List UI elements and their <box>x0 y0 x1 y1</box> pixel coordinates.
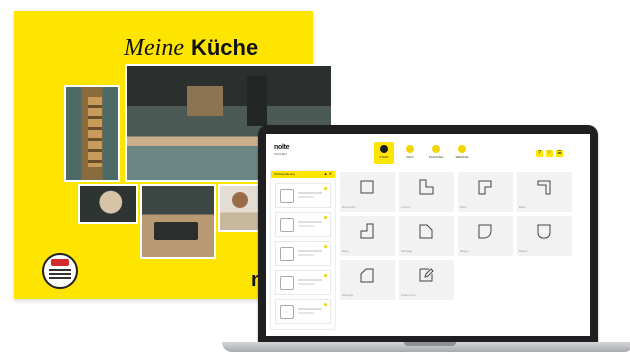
kitchen-shape-icon <box>280 189 294 203</box>
free-form-tile[interactable]: Freie Form <box>399 260 454 300</box>
nav-start-label: START <box>379 155 389 159</box>
bevel-shape-icon <box>419 224 433 239</box>
tile-label: Bogen <box>460 249 469 253</box>
corner-shape-icon <box>360 223 374 239</box>
tile-label: Ecke <box>460 205 467 209</box>
nav-info[interactable]: INFO <box>400 142 420 164</box>
tile-label: Schräge <box>401 249 413 253</box>
photo-countertop <box>140 184 216 259</box>
nav-start[interactable]: START <box>374 142 394 164</box>
room-shape-tile[interactable]: Ecke <box>340 216 395 256</box>
pin-icon <box>324 245 327 248</box>
photo-cabinet <box>64 85 120 182</box>
laptop-screen: nolte KÜCHEN START INFO PLANUNG SERVICE … <box>266 134 590 336</box>
catalog-title: Meine Küche <box>124 35 258 62</box>
round-shape-icon <box>478 224 492 239</box>
room-shape-tile[interactable]: Schräge <box>340 260 395 300</box>
kitchen-shape-icon <box>280 305 294 319</box>
corner-shape-icon <box>537 180 551 195</box>
l-shape-icon <box>419 179 434 195</box>
sidebar-item[interactable] <box>275 183 331 208</box>
nav-planung-icon <box>432 145 440 153</box>
nav-service-icon <box>458 145 466 153</box>
pin-icon <box>324 274 327 277</box>
sidebar-header: Küchenplanung ▲ ✕ <box>271 171 335 178</box>
sidebar: Küchenplanung ▲ ✕ <box>270 170 336 330</box>
nav-service[interactable]: SERVICE <box>452 142 472 164</box>
sidebar-heading: Küchenplanung <box>274 172 295 176</box>
menu-button[interactable]: ☰ <box>556 150 563 157</box>
kitchen-shape-icon <box>280 218 294 232</box>
tile-label: Bogen <box>519 249 528 253</box>
app-logo-subtitle: KÜCHEN <box>274 152 287 156</box>
pin-icon <box>324 303 327 306</box>
laptop-notch <box>404 342 456 346</box>
room-shape-tile[interactable]: Ecke <box>458 172 513 212</box>
sidebar-controls-icon[interactable]: ▲ ✕ <box>324 171 332 176</box>
square-shape-icon <box>360 180 374 194</box>
room-shape-tile[interactable]: Bogen <box>517 216 572 256</box>
tile-label: L-Form <box>401 205 411 209</box>
sidebar-item[interactable] <box>275 299 331 324</box>
tile-label: Raumform <box>342 205 357 209</box>
tile-label: Ecke <box>342 249 349 253</box>
round-shape-icon <box>537 224 551 239</box>
nav-planung-label: PLANUNG <box>428 155 444 159</box>
room-shape-tile[interactable]: Bogen <box>458 216 513 256</box>
kitchen-shape-icon <box>280 247 294 261</box>
pencil-icon <box>419 268 434 282</box>
quality-seal-icon <box>42 253 78 289</box>
room-shape-tile[interactable]: L-Form <box>399 172 454 212</box>
corner-shape-icon <box>478 180 492 195</box>
sidebar-item[interactable] <box>275 270 331 295</box>
app-logo[interactable]: nolte <box>274 144 290 151</box>
tile-label: Freie Form <box>401 293 416 297</box>
room-shape-tile[interactable]: Ecke <box>517 172 572 212</box>
nav-info-icon <box>406 145 414 153</box>
pin-icon <box>324 187 327 190</box>
nav-planung[interactable]: PLANUNG <box>426 142 446 164</box>
favorites-button[interactable]: ♡ <box>546 150 553 157</box>
tile-label: Schräge <box>342 293 354 297</box>
room-shape-tile[interactable]: Schräge <box>399 216 454 256</box>
tile-label: Ecke <box>519 205 526 209</box>
bevel-shape-icon <box>360 268 374 283</box>
nav-start-icon <box>380 145 388 153</box>
catalog-title-bold: Küche <box>190 35 259 60</box>
pin-icon <box>324 216 327 219</box>
nav-info-label: INFO <box>406 155 414 159</box>
sidebar-item[interactable] <box>275 241 331 266</box>
kitchen-shape-icon <box>280 276 294 290</box>
sidebar-item[interactable] <box>275 212 331 237</box>
nav-service-label: SERVICE <box>455 155 469 159</box>
room-shape-tile[interactable]: Raumform <box>340 172 395 212</box>
catalog-title-italic: Meine <box>124 35 184 61</box>
photo-hand <box>78 184 138 224</box>
help-button[interactable]: ? <box>536 150 543 157</box>
